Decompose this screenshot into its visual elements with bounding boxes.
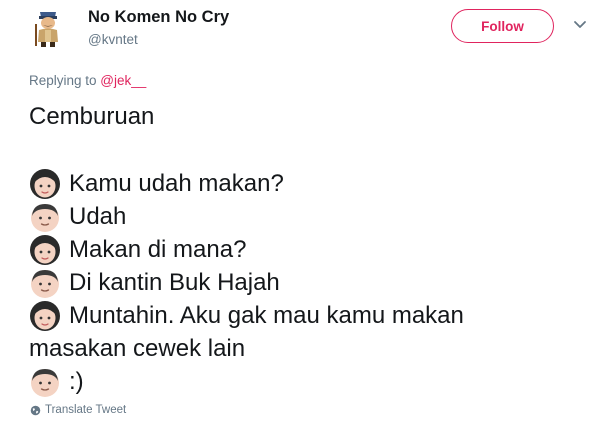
dialogue-line: :) — [29, 365, 589, 398]
replying-to: Replying to @jek__ — [29, 73, 146, 88]
translate-label[interactable]: Translate Tweet — [45, 404, 126, 416]
dialogue-text: Makan di mana? — [69, 236, 247, 263]
dialogue-line: Muntahin. Aku gak mau kamu makan — [29, 299, 589, 332]
replying-prefix: Replying to — [29, 73, 101, 88]
dialogue-line: Makan di mana? — [29, 233, 589, 266]
man-face-emoji — [31, 203, 59, 232]
woman-face-emoji — [30, 168, 60, 199]
dialogue-text: Muntahin. Aku gak mau kamu makan — [69, 302, 464, 329]
dialogue-text: Di kantin Buk Hajah — [69, 269, 280, 296]
user-handle[interactable]: @kvntet — [88, 32, 138, 47]
dialogue-line: Kamu udah makan? — [29, 167, 589, 200]
display-name[interactable]: No Komen No Cry — [88, 8, 229, 27]
dialogue-text: masakan cewek lain — [29, 335, 246, 362]
dialogue-line: Di kantin Buk Hajah — [29, 266, 589, 299]
man-face-emoji — [31, 368, 59, 397]
dialogue-text: :) — [69, 368, 84, 395]
reply-mention-link[interactable]: @jek__ — [100, 73, 146, 88]
dialogue-line: Udah — [29, 200, 589, 233]
woman-face-emoji — [30, 300, 60, 331]
dialogue-text: Udah — [69, 203, 127, 230]
chevron-down-icon[interactable] — [573, 20, 587, 30]
woman-face-emoji — [30, 234, 60, 265]
follow-button[interactable]: Follow — [451, 9, 554, 43]
globe-icon — [30, 405, 41, 415]
tweet-first-line: Cemburuan — [29, 103, 155, 130]
translate-tweet-link[interactable]: Translate Tweet — [30, 404, 126, 416]
avatar[interactable] — [24, 2, 72, 50]
man-face-emoji — [31, 269, 59, 298]
tweet-text: Cemburuan Kamu udah makan? Udah Makan di… — [29, 100, 589, 398]
dialogue-line-continuation: masakan cewek lain — [29, 332, 589, 365]
dialogue-text: Kamu udah makan? — [69, 170, 284, 197]
